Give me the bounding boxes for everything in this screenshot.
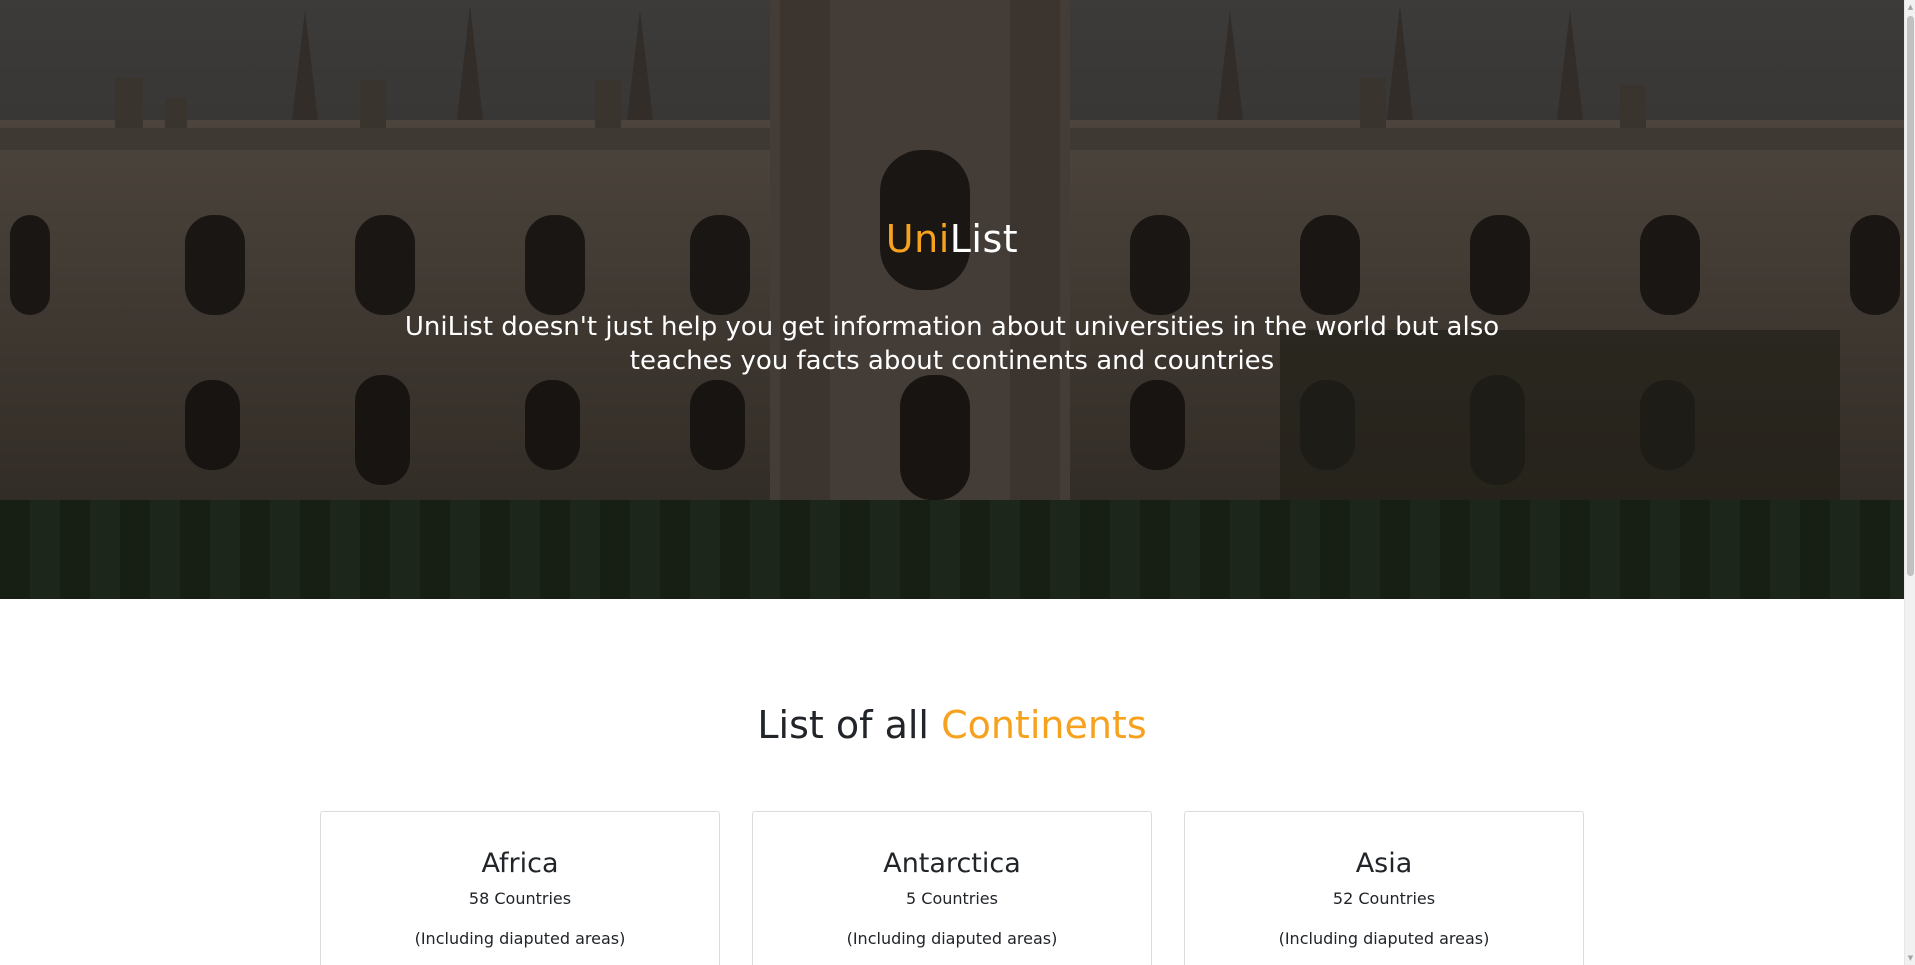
continent-card-list: Africa 58 Countries (Including diaputed … xyxy=(320,811,1584,965)
scrollbar-thumb[interactable] xyxy=(1907,16,1914,576)
scroll-up-arrow-icon[interactable]: ▲ xyxy=(1905,0,1915,14)
continent-card-africa[interactable]: Africa 58 Countries (Including diaputed … xyxy=(320,811,720,965)
heading-prefix: List of all xyxy=(757,703,942,747)
disputed-note: (Including diaputed areas) xyxy=(414,929,626,948)
continents-heading: List of all Continents xyxy=(0,695,1904,755)
continent-card-asia[interactable]: Asia 52 Countries (Including diaputed ar… xyxy=(1184,811,1584,965)
disputed-note: (Including diaputed areas) xyxy=(846,929,1058,948)
scroll-down-arrow-icon[interactable]: ▼ xyxy=(1905,951,1915,965)
country-count: 52 Countries xyxy=(1332,889,1436,908)
hero-content: UniList UniList doesn't just help you ge… xyxy=(0,208,1904,378)
disputed-note: (Including diaputed areas) xyxy=(1278,929,1490,948)
country-count: 58 Countries xyxy=(468,889,572,908)
continent-name: Asia xyxy=(1355,848,1413,879)
continent-name: Africa xyxy=(481,848,559,879)
hero-tagline: UniList doesn't just help you get inform… xyxy=(404,312,1500,376)
page: UniList UniList doesn't just help you ge… xyxy=(0,0,1904,965)
title-rest: List xyxy=(949,217,1019,261)
site-logo-title: UniList xyxy=(0,208,1904,270)
continent-name: Antarctica xyxy=(883,848,1021,879)
continent-card-antarctica[interactable]: Antarctica 5 Countries (Including diaput… xyxy=(752,811,1152,965)
hero-banner: UniList UniList doesn't just help you ge… xyxy=(0,0,1904,599)
vertical-scrollbar[interactable]: ▲ ▼ xyxy=(1904,0,1915,965)
title-accent: Uni xyxy=(885,217,950,261)
country-count: 5 Countries xyxy=(906,889,998,908)
heading-accent: Continents xyxy=(941,703,1147,747)
